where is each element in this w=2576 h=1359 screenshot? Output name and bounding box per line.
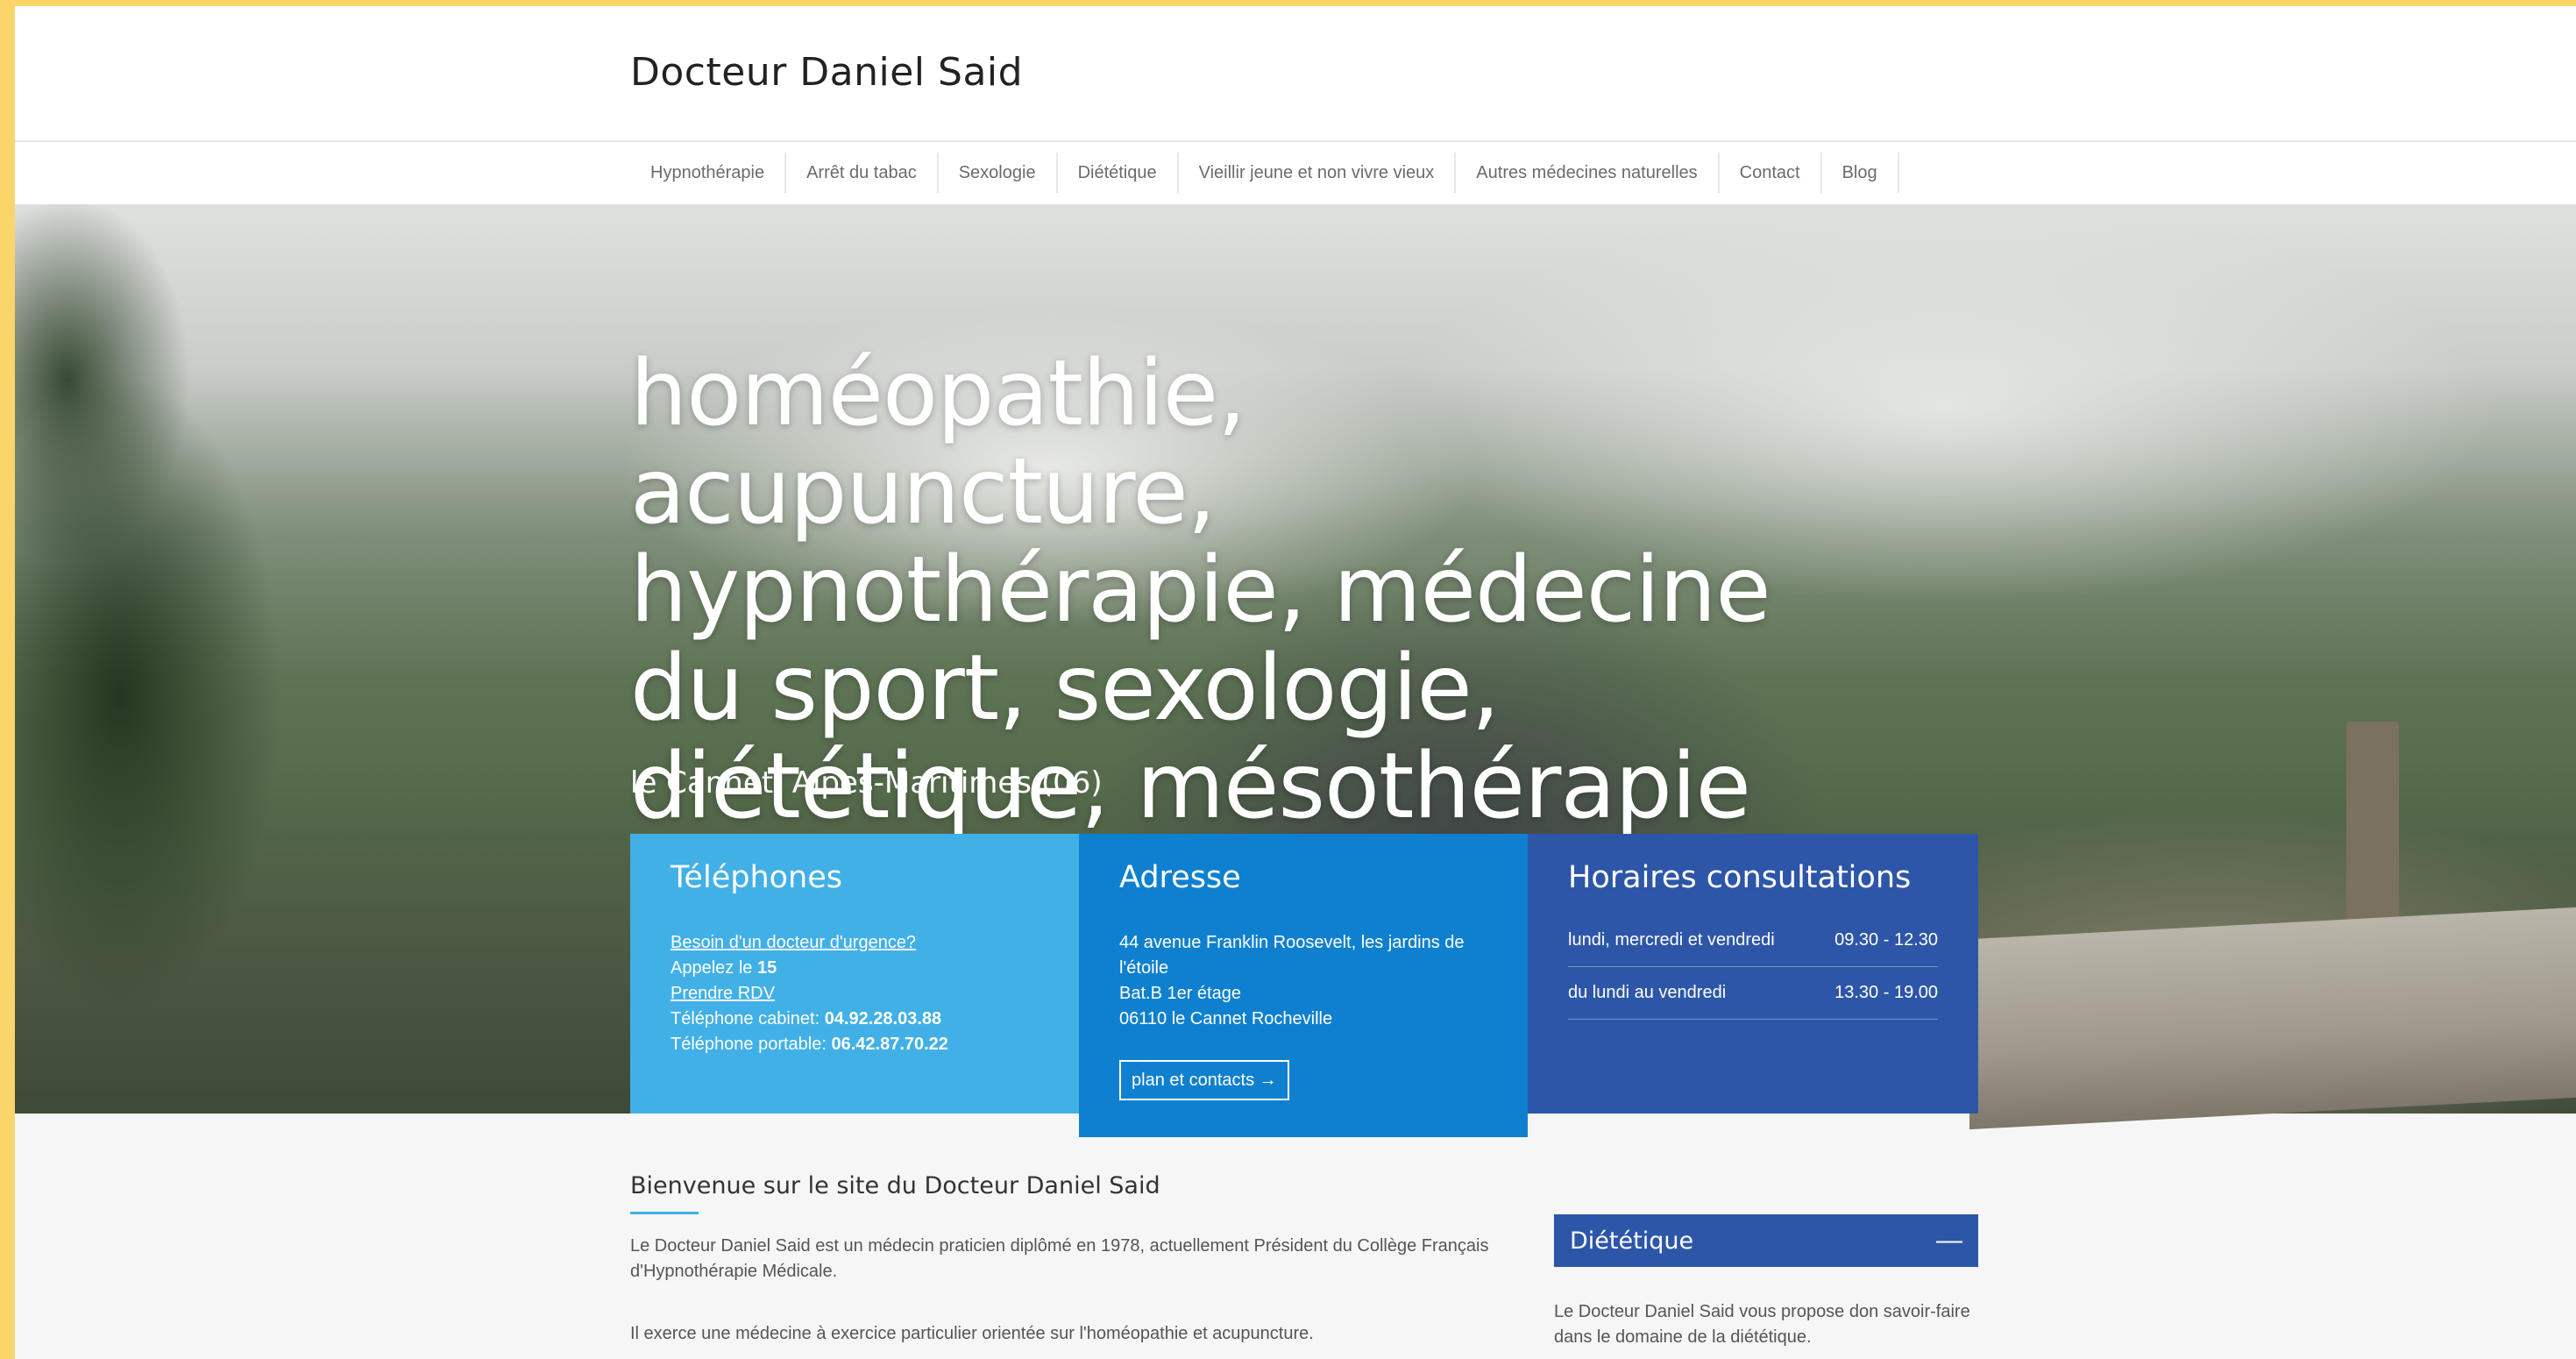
address-line-3: 06110 le Cannet Rocheville (1119, 1009, 1333, 1028)
hero-background-fence (1969, 907, 2576, 1130)
hero-background-trees (15, 204, 383, 1114)
browser-page: Docteur Daniel Said Hypnothérapie Arrêt … (15, 6, 2576, 1359)
address-line-1: 44 avenue Franklin Roosevelt, les jardin… (1119, 933, 1465, 978)
hours-time: 09.30 - 12.30 (1834, 930, 1938, 950)
phones-heading: Téléphones (671, 860, 842, 895)
hours-row: du lundi au vendredi 13.30 - 19.00 (1568, 983, 1938, 1020)
collapse-icon[interactable]: — (1936, 1226, 1962, 1256)
nav-item-vieillir-jeune[interactable]: Vieillir jeune et non vivre vieux (1179, 153, 1457, 193)
address-box: Adresse 44 avenue Franklin Roosevelt, le… (1079, 834, 1528, 1137)
welcome-paragraph-2: Il exerce une médecine à exercice partic… (630, 1324, 1314, 1343)
welcome-title: Bienvenue sur le site du Docteur Daniel … (630, 1172, 1160, 1199)
welcome-paragraph-1: Le Docteur Daniel Said est un médecin pr… (630, 1236, 1489, 1281)
nav-item-sexologie[interactable]: Sexologie (939, 153, 1058, 193)
hours-box: Horaires consultations lundi, mercredi e… (1528, 834, 1978, 1114)
call-prefix: Appelez le (671, 958, 757, 978)
main-navigation: Hypnothérapie Arrêt du tabac Sexologie D… (15, 142, 2576, 204)
cabinet-phone-label: Téléphone cabinet: (671, 1009, 825, 1028)
emergency-number: 15 (756, 958, 777, 978)
title-underline (630, 1212, 699, 1214)
appointment-link[interactable]: Prendre RDV (671, 984, 775, 1003)
address-line-2: Bat.B 1er étage (1119, 984, 1241, 1003)
nav-item-contact[interactable]: Contact (1720, 153, 1822, 193)
nav-item-autres-medecines[interactable]: Autres médecines naturelles (1456, 153, 1720, 193)
nav-item-arret-du-tabac[interactable]: Arrêt du tabac (786, 153, 939, 193)
widget-text: Le Docteur Daniel Said vous propose don … (1554, 1302, 1970, 1347)
hours-row: lundi, mercredi et vendredi 09.30 - 12.3… (1568, 930, 1938, 967)
site-header: Docteur Daniel Said (15, 6, 2576, 142)
hero-subtitle: le Cannet, Alpes-Maritimes (06) (630, 765, 1103, 800)
nav-item-dietetique[interactable]: Diététique (1058, 153, 1179, 193)
cabinet-phone-number: 04.92.28.03.88 (824, 1009, 942, 1028)
nav-item-hypnotherapie[interactable]: Hypnothérapie (630, 153, 787, 193)
widget-title: Diététique (1570, 1227, 1694, 1255)
site-title-link[interactable]: Docteur Daniel Said (630, 50, 1023, 95)
plan-contacts-button[interactable]: plan et contacts → (1119, 1060, 1289, 1100)
hours-days: du lundi au vendredi (1568, 983, 1727, 1002)
phones-box: Téléphones Besoin d'un docteur d'urgence… (630, 834, 1079, 1114)
nav-item-blog[interactable]: Blog (1822, 153, 1899, 193)
cabinet-phone-line: Téléphone cabinet: 04.92.28.03.88 (671, 1007, 1039, 1032)
address-heading: Adresse (1119, 860, 1241, 895)
mobile-phone-number: 06.42.87.70.22 (831, 1035, 948, 1054)
hours-days: lundi, mercredi et vendredi (1568, 930, 1775, 950)
hero-title: homéopathie, acupuncture, hypnothérapie,… (630, 341, 1771, 839)
mobile-phone-line: Téléphone portable: 06.42.87.70.22 (671, 1032, 1039, 1057)
dietetique-widget-header[interactable]: Diététique — (1554, 1214, 1978, 1267)
mobile-phone-label: Téléphone portable: (671, 1035, 832, 1054)
hours-heading: Horaires consultations (1568, 860, 1912, 895)
urgency-link[interactable]: Besoin d'un docteur d'urgence? (671, 933, 916, 952)
call-line: Appelez le 15 (671, 956, 1039, 981)
hours-time: 13.30 - 19.00 (1834, 983, 1938, 1002)
